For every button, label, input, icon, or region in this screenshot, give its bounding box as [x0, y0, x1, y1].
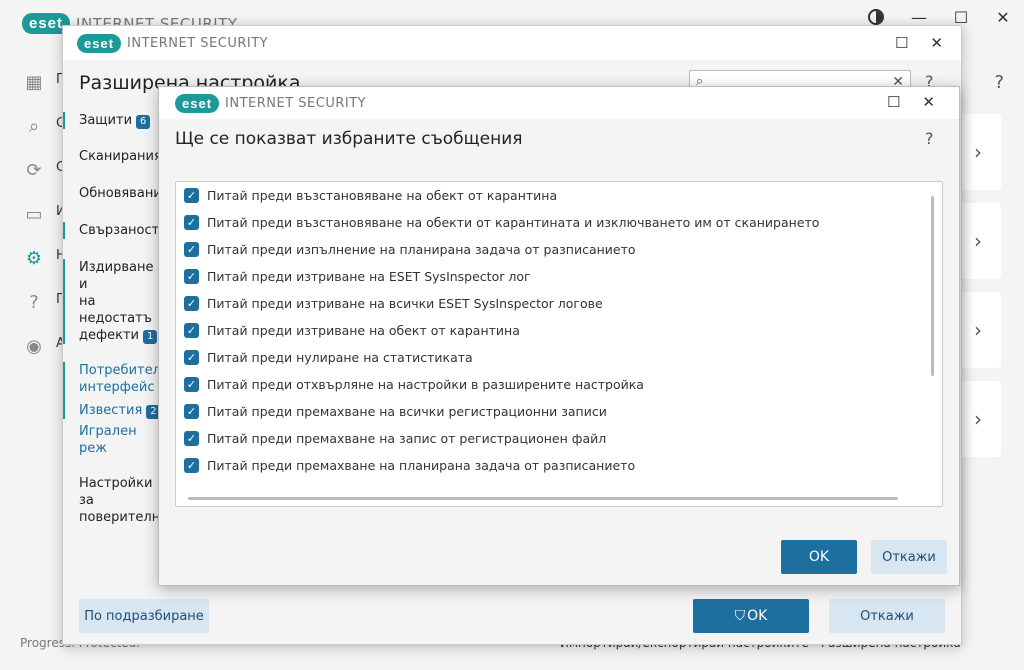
- checkbox-checked[interactable]: ✓: [184, 323, 199, 338]
- account-icon[interactable]: ◉: [22, 334, 46, 358]
- ok-label: OK: [747, 608, 768, 624]
- dialog-help-icon[interactable]: ?: [925, 129, 934, 148]
- scan-icon[interactable]: ⌕: [22, 114, 46, 138]
- sidebar-item-label: дефекти: [79, 328, 139, 343]
- eset-logo: eset INTERNET SECURITY: [77, 34, 268, 53]
- sidebar-item-label: Издирване и: [79, 260, 154, 292]
- checkbox-checked[interactable]: ✓: [184, 269, 199, 284]
- sidebar-item-scans[interactable]: Сканирания: [63, 148, 163, 165]
- list-item[interactable]: ✓ Питай преди изтриване на обект от каран…: [184, 317, 924, 344]
- list-item-label: Питай преди изпълнение на планирана зада…: [207, 242, 636, 257]
- sidebar-item-label: Игрален реж: [79, 424, 137, 456]
- list-item-label: Питай преди премахване на всички регистр…: [207, 404, 607, 419]
- dialog-window-controls: ☐ ✕: [887, 93, 935, 111]
- list-item[interactable]: ✓ Питай преди изтриване на всички ESET Sy…: [184, 290, 924, 317]
- main-nav-icons: ▦ ⌕ ⟳ ▭ ⚙ ? ◉: [22, 70, 46, 378]
- close-icon[interactable]: ✕: [922, 93, 935, 111]
- messages-dialog: eset INTERNET SECURITY ☐ ✕ Ще се показва…: [158, 86, 960, 586]
- count-badge: 6: [136, 115, 151, 129]
- dialog-title: Ще се показват избраните съобщения: [175, 129, 523, 149]
- overview-icon[interactable]: ▦: [22, 70, 46, 94]
- theme-toggle-icon[interactable]: [868, 9, 884, 25]
- checkbox-checked[interactable]: ✓: [184, 296, 199, 311]
- sidebar-item-notifications[interactable]: Известия: [79, 403, 142, 418]
- list-item-label: Питай преди изтриване на всички ESET Sys…: [207, 296, 603, 311]
- dialog-titlebar: eset INTERNET SECURITY ☐ ✕: [159, 87, 959, 119]
- product-name: INTERNET SECURITY: [127, 36, 269, 51]
- list-item[interactable]: ✓ Питай преди изтриване на ESET SysInspec…: [184, 263, 924, 290]
- tools-icon[interactable]: ▭: [22, 202, 46, 226]
- adv-window-controls: ☐ ✕: [895, 34, 943, 52]
- help-icon[interactable]: ?: [22, 290, 46, 314]
- checkbox-checked[interactable]: ✓: [184, 350, 199, 365]
- list-item-label: Питай преди възстановяване на обект от к…: [207, 188, 558, 203]
- sidebar-item-protections[interactable]: Защити 6: [63, 112, 163, 129]
- adv-bottom-bar: По подразбиране ⛉ OK Откажи: [63, 584, 963, 644]
- adv-sidebar: Защити 6 Сканирания Обновявания Свързанос…: [63, 112, 170, 526]
- checkbox-checked[interactable]: ✓: [184, 215, 199, 230]
- checkbox-checked[interactable]: ✓: [184, 458, 199, 473]
- checkbox-checked[interactable]: ✓: [184, 404, 199, 419]
- sidebar-item-label: Сканирания: [79, 149, 162, 164]
- sidebar-item-label: поверително: [79, 510, 169, 525]
- vertical-scrollbar[interactable]: [931, 196, 934, 376]
- logo-badge: eset: [175, 94, 220, 113]
- sidebar-item-label: Потребителс: [79, 363, 169, 378]
- list-item[interactable]: ✓ Питай преди премахване на всички регист…: [184, 398, 924, 425]
- count-badge: 1: [142, 330, 158, 344]
- shield-icon: ⛉: [734, 608, 746, 624]
- list-item-label: Питай преди премахване на планирана зада…: [207, 458, 636, 473]
- adv-titlebar: eset INTERNET SECURITY ☐ ✕: [63, 26, 961, 60]
- sidebar-item-troubleshooting[interactable]: Издирване и на недостатъ дефекти 1: [63, 259, 163, 344]
- dialog-ok-button[interactable]: OK: [781, 540, 857, 574]
- update-icon[interactable]: ⟳: [22, 158, 46, 182]
- list-item[interactable]: ✓ Питай преди премахване на планирана зад…: [184, 452, 924, 479]
- default-button[interactable]: По подразбиране: [79, 599, 209, 633]
- adv-ok-button[interactable]: ⛉ OK: [693, 599, 809, 633]
- sidebar-item-connectivity[interactable]: Свързаност: [63, 222, 163, 239]
- close-icon[interactable]: ✕: [930, 34, 943, 52]
- checkbox-checked[interactable]: ✓: [184, 242, 199, 257]
- product-name: INTERNET SECURITY: [225, 96, 367, 111]
- maximize-icon[interactable]: ☐: [887, 93, 900, 111]
- adv-cancel-button[interactable]: Откажи: [829, 599, 945, 633]
- logo-badge: eset: [77, 34, 122, 53]
- sidebar-item-label: Настройки за: [79, 476, 153, 508]
- list-item[interactable]: ✓ Питай преди отхвърляне на настройки в р…: [184, 371, 924, 398]
- sidebar-item-label: интерфейс: [79, 380, 155, 395]
- list-item[interactable]: ✓ Питай преди изпълнение на планирана зад…: [184, 236, 924, 263]
- sidebar-item-gaming-mode[interactable]: Игрален реж: [63, 423, 163, 457]
- list-item-label: Питай преди отхвърляне на настройки в ра…: [207, 377, 644, 392]
- close-icon[interactable]: ✕: [982, 0, 1024, 34]
- setup-gear-icon[interactable]: ⚙: [22, 246, 46, 270]
- list-item-label: Питай преди премахване на запис от регис…: [207, 431, 607, 446]
- list-item[interactable]: ✓ Питай преди премахване на запис от реги…: [184, 425, 924, 452]
- checkbox-checked[interactable]: ✓: [184, 377, 199, 392]
- checkbox-checked[interactable]: ✓: [184, 431, 199, 446]
- sidebar-item-updates[interactable]: Обновявания: [63, 185, 170, 202]
- list-item[interactable]: ✓ Питай преди възстановяване на обекти от…: [184, 209, 924, 236]
- list-item[interactable]: ✓ Питай преди нулиране на статистиката: [184, 344, 924, 371]
- list-item-label: Питай преди възстановяване на обекти от …: [207, 215, 820, 230]
- list-item-label: Питай преди изтриване на ESET SysInspect…: [207, 269, 531, 284]
- sidebar-item-privacy[interactable]: Настройки за поверително: [63, 475, 169, 526]
- sidebar-item-label: Обновявания: [79, 186, 170, 201]
- list-item[interactable]: ✓ Питай преди възстановяване на обект от …: [184, 182, 924, 209]
- maximize-icon[interactable]: ☐: [895, 34, 908, 52]
- list-item-label: Питай преди нулиране на статистиката: [207, 350, 473, 365]
- messages-items: ✓ Питай преди възстановяване на обект от …: [184, 182, 924, 479]
- list-item-label: Питай преди изтриване на обект от карант…: [207, 323, 520, 338]
- horizontal-scrollbar[interactable]: [188, 497, 898, 500]
- main-help-icon[interactable]: ?: [994, 72, 1004, 93]
- messages-list[interactable]: ✓ Питай преди възстановяване на обект от …: [175, 181, 943, 507]
- sidebar-item-label: Защити: [79, 113, 133, 128]
- sidebar-item-label: на недостатъ: [79, 294, 152, 326]
- checkbox-checked[interactable]: ✓: [184, 188, 199, 203]
- sidebar-item-user-interface[interactable]: Потребителс интерфейс Известия 2: [63, 362, 169, 419]
- dialog-cancel-button[interactable]: Откажи: [871, 540, 947, 574]
- eset-logo: eset INTERNET SECURITY: [175, 94, 366, 113]
- sidebar-item-label: Свързаност: [79, 223, 160, 238]
